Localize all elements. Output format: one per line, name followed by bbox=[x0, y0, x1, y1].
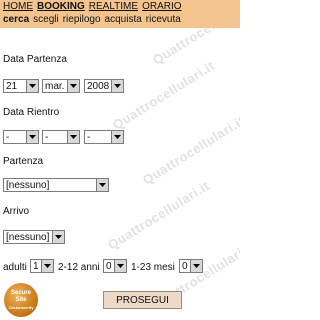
step-scegli[interactable]: scegli bbox=[33, 14, 59, 25]
dropdown-arrow-icon bbox=[26, 131, 38, 143]
step-ricevuta[interactable]: ricevuta bbox=[146, 14, 181, 25]
step-cerca[interactable]: cerca bbox=[3, 14, 29, 25]
watermark: Quattrocellulari.it bbox=[110, 57, 218, 133]
partenza-month-value: mar. bbox=[45, 80, 65, 92]
bambini-value: 0 bbox=[106, 260, 112, 272]
infanti-select[interactable]: 0 bbox=[179, 259, 203, 273]
nav-realtime-link[interactable]: REALTIME bbox=[89, 1, 138, 12]
bambini-select[interactable]: 0 bbox=[103, 259, 127, 273]
partenza-month-select[interactable]: mar. bbox=[42, 79, 80, 93]
nav-booking-link[interactable]: BOOKING bbox=[37, 1, 85, 12]
dropdown-arrow-icon bbox=[111, 131, 123, 143]
arrivo-station-select[interactable]: [nessuno] bbox=[3, 230, 65, 244]
badge-text-line2: Site bbox=[15, 296, 27, 303]
secure-site-badge[interactable]: Secure Site Clickonverify bbox=[4, 283, 38, 317]
partenza-station-value: [nessuno] bbox=[6, 179, 50, 191]
rientro-year-value: - bbox=[87, 131, 91, 143]
infanti-value: 0 bbox=[182, 260, 188, 272]
dropdown-arrow-icon bbox=[26, 80, 38, 92]
adulti-label: adulti bbox=[3, 262, 27, 273]
booking-steps: cerca scegli riepilogo acquista ricevuta bbox=[3, 14, 181, 25]
top-navigation: HOME BOOKING REALTIME ORARIO cerca scegl… bbox=[0, 0, 240, 28]
badge-text-line3: Clickonverify bbox=[8, 304, 34, 310]
bambini-label: 2-12 anni bbox=[58, 262, 100, 273]
partenza-day-select[interactable]: 21 bbox=[3, 79, 39, 93]
arrivo-station-value: [nessuno] bbox=[6, 231, 50, 243]
partenza-year-value: 2008 bbox=[87, 80, 110, 92]
partenza-year-select[interactable]: 2008 bbox=[84, 79, 124, 93]
watermark: Quattrocellulari.it bbox=[140, 112, 240, 188]
arrivo-label: Arrivo bbox=[3, 206, 30, 217]
rientro-day-select[interactable]: - bbox=[3, 130, 39, 144]
dropdown-arrow-icon bbox=[52, 231, 64, 243]
rientro-month-value: - bbox=[45, 131, 49, 143]
dropdown-arrow-icon bbox=[96, 179, 108, 191]
rientro-year-select[interactable]: - bbox=[84, 130, 124, 144]
dropdown-arrow-icon bbox=[190, 260, 202, 272]
dropdown-arrow-icon bbox=[114, 260, 126, 272]
adulti-select[interactable]: 1 bbox=[30, 259, 54, 273]
rientro-month-select[interactable]: - bbox=[42, 130, 80, 144]
partenza-day-value: 21 bbox=[6, 80, 18, 92]
adulti-value: 1 bbox=[33, 260, 39, 272]
nav-home-link[interactable]: HOME bbox=[3, 1, 33, 12]
data-rientro-label: Data Rientro bbox=[3, 107, 60, 118]
data-partenza-label: Data Partenza bbox=[3, 54, 67, 65]
badge-text-line1: Secure bbox=[10, 289, 31, 296]
dropdown-arrow-icon bbox=[41, 260, 53, 272]
main-menu: HOME BOOKING REALTIME ORARIO bbox=[3, 1, 182, 12]
dropdown-arrow-icon bbox=[67, 80, 79, 92]
rientro-day-value: - bbox=[6, 131, 10, 143]
nav-orario-link[interactable]: ORARIO bbox=[142, 1, 181, 12]
dropdown-arrow-icon bbox=[111, 80, 123, 92]
partenza-label: Partenza bbox=[3, 156, 44, 167]
prosegui-button[interactable]: PROSEGUI bbox=[103, 291, 182, 309]
partenza-station-select[interactable]: [nessuno] bbox=[3, 178, 109, 192]
dropdown-arrow-icon bbox=[67, 131, 79, 143]
step-acquista[interactable]: acquista bbox=[105, 14, 142, 25]
step-riepilogo[interactable]: riepilogo bbox=[63, 14, 101, 25]
infanti-label: 1-23 mesi bbox=[131, 262, 175, 273]
page: Quattrocellulari.it Quattrocellulari.it … bbox=[0, 0, 240, 320]
watermark: Quattrocellulari.it bbox=[105, 177, 213, 253]
